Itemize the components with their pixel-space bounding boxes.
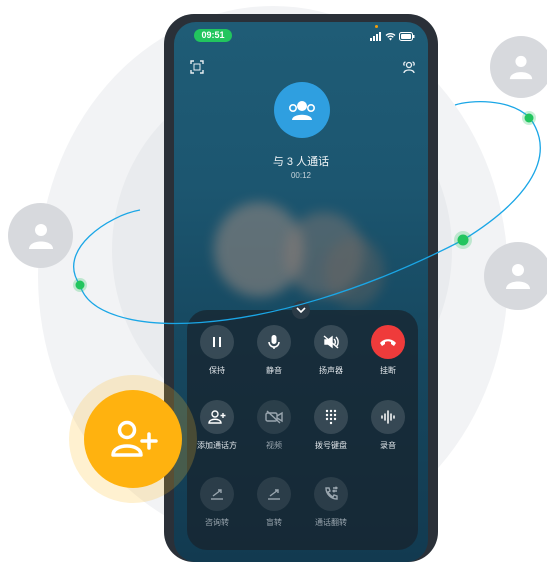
person-icon xyxy=(28,223,53,249)
orbit-node-right xyxy=(457,234,469,246)
add-person-icon xyxy=(111,420,158,457)
orbit-node-left xyxy=(75,280,85,290)
contact-avatar-left xyxy=(8,203,73,268)
person-icon xyxy=(506,264,530,289)
contact-avatar-right xyxy=(484,242,547,310)
person-icon xyxy=(509,55,533,80)
contact-avatar-top-right xyxy=(490,36,547,98)
orbit-node-top xyxy=(524,113,534,123)
add-participant-badge[interactable] xyxy=(84,390,182,488)
